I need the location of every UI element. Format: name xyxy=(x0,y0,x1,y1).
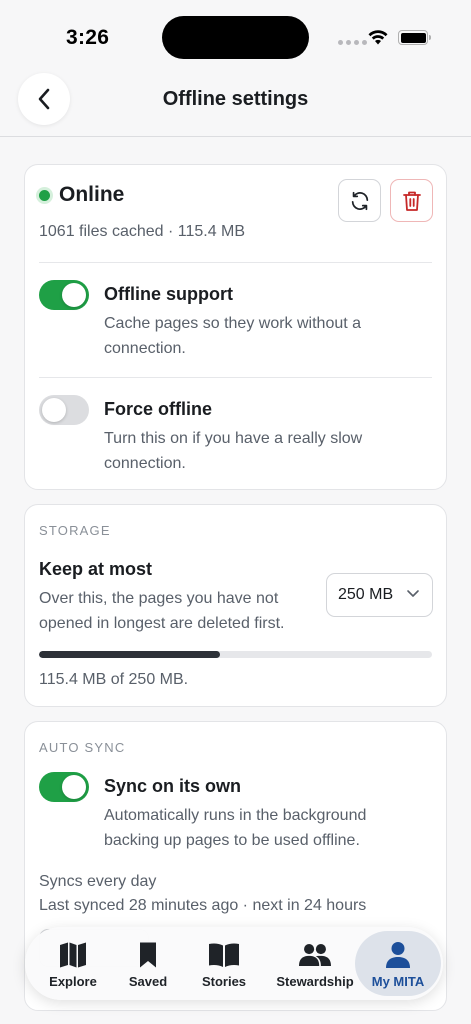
cellular-signal-icon xyxy=(338,40,367,45)
chevron-down-icon xyxy=(407,590,419,597)
tab-explore[interactable]: Explore xyxy=(39,931,107,996)
force-offline-description: Turn this on if you have a really slow c… xyxy=(104,430,363,472)
auto-sync-description: Automatically runs in the background bac… xyxy=(104,807,367,849)
tab-label: My MITA xyxy=(371,974,425,989)
auto-sync-title: Sync on its own xyxy=(104,776,242,796)
tab-stewardship[interactable]: Stewardship xyxy=(269,931,361,996)
header: Offline settings xyxy=(0,72,471,137)
cache-info: 1061 files cached · 115.4 MB xyxy=(39,223,246,240)
refresh-button[interactable] xyxy=(338,179,381,222)
storage-usage-text: 115.4 MB of 250 MB. xyxy=(39,671,189,688)
storage-section-label: STORAGE xyxy=(39,523,111,538)
trash-icon xyxy=(402,191,421,211)
storage-card: STORAGE Keep at most Over this, the page… xyxy=(24,504,447,707)
divider xyxy=(39,262,432,263)
storage-limit-value: 250 MB xyxy=(338,586,394,603)
bookmark-icon xyxy=(140,942,156,968)
connection-status: Online xyxy=(39,183,124,207)
storage-usage-bar xyxy=(39,651,432,658)
tab-label: Explore xyxy=(49,974,97,989)
storage-usage-fill xyxy=(39,651,220,658)
book-icon xyxy=(209,943,239,967)
last-synced: Last synced 28 minutes ago · next in 24 … xyxy=(39,897,367,914)
tab-my-mita[interactable]: My MITA xyxy=(355,931,441,996)
divider xyxy=(39,377,432,378)
person-icon xyxy=(386,942,410,968)
force-offline-title: Force offline xyxy=(104,399,213,419)
offline-support-description: Cache pages so they work without a conne… xyxy=(104,315,362,357)
connection-status-label: Online xyxy=(59,183,125,206)
tab-label: Stories xyxy=(201,974,247,989)
status-bar: 3:26 xyxy=(0,0,471,72)
tab-stories[interactable]: Stories xyxy=(189,931,259,996)
wifi-icon xyxy=(368,30,388,45)
people-icon xyxy=(299,944,331,966)
tab-saved[interactable]: Saved xyxy=(117,931,179,996)
refresh-icon xyxy=(351,191,368,210)
auto-sync-toggle[interactable] xyxy=(39,772,89,802)
keep-at-most-title: Keep at most xyxy=(39,559,153,579)
dynamic-island xyxy=(162,16,309,59)
tab-label: Saved xyxy=(128,974,168,989)
offline-support-toggle[interactable] xyxy=(39,280,89,310)
storage-limit-select[interactable]: 250 MB xyxy=(326,573,433,617)
tab-label: Stewardship xyxy=(276,974,354,989)
force-offline-toggle[interactable] xyxy=(39,395,89,425)
battery-icon xyxy=(398,30,431,45)
map-icon xyxy=(60,942,86,968)
page-title: Offline settings xyxy=(162,88,309,110)
sync-frequency: Syncs every day xyxy=(39,873,157,890)
clear-cache-button[interactable] xyxy=(390,179,433,222)
auto-sync-section-label: AUTO SYNC xyxy=(39,740,126,755)
connection-card: Online 1061 files cached · 115.4 MB Offl… xyxy=(24,164,447,490)
status-time: 3:26 xyxy=(66,26,110,49)
offline-support-title: Offline support xyxy=(104,284,233,304)
keep-at-most-description: Over this, the pages you have not opened… xyxy=(39,590,285,632)
online-status-dot xyxy=(39,189,50,201)
tab-bar: Explore Saved Stories Stewardship My MIT… xyxy=(25,927,443,1000)
